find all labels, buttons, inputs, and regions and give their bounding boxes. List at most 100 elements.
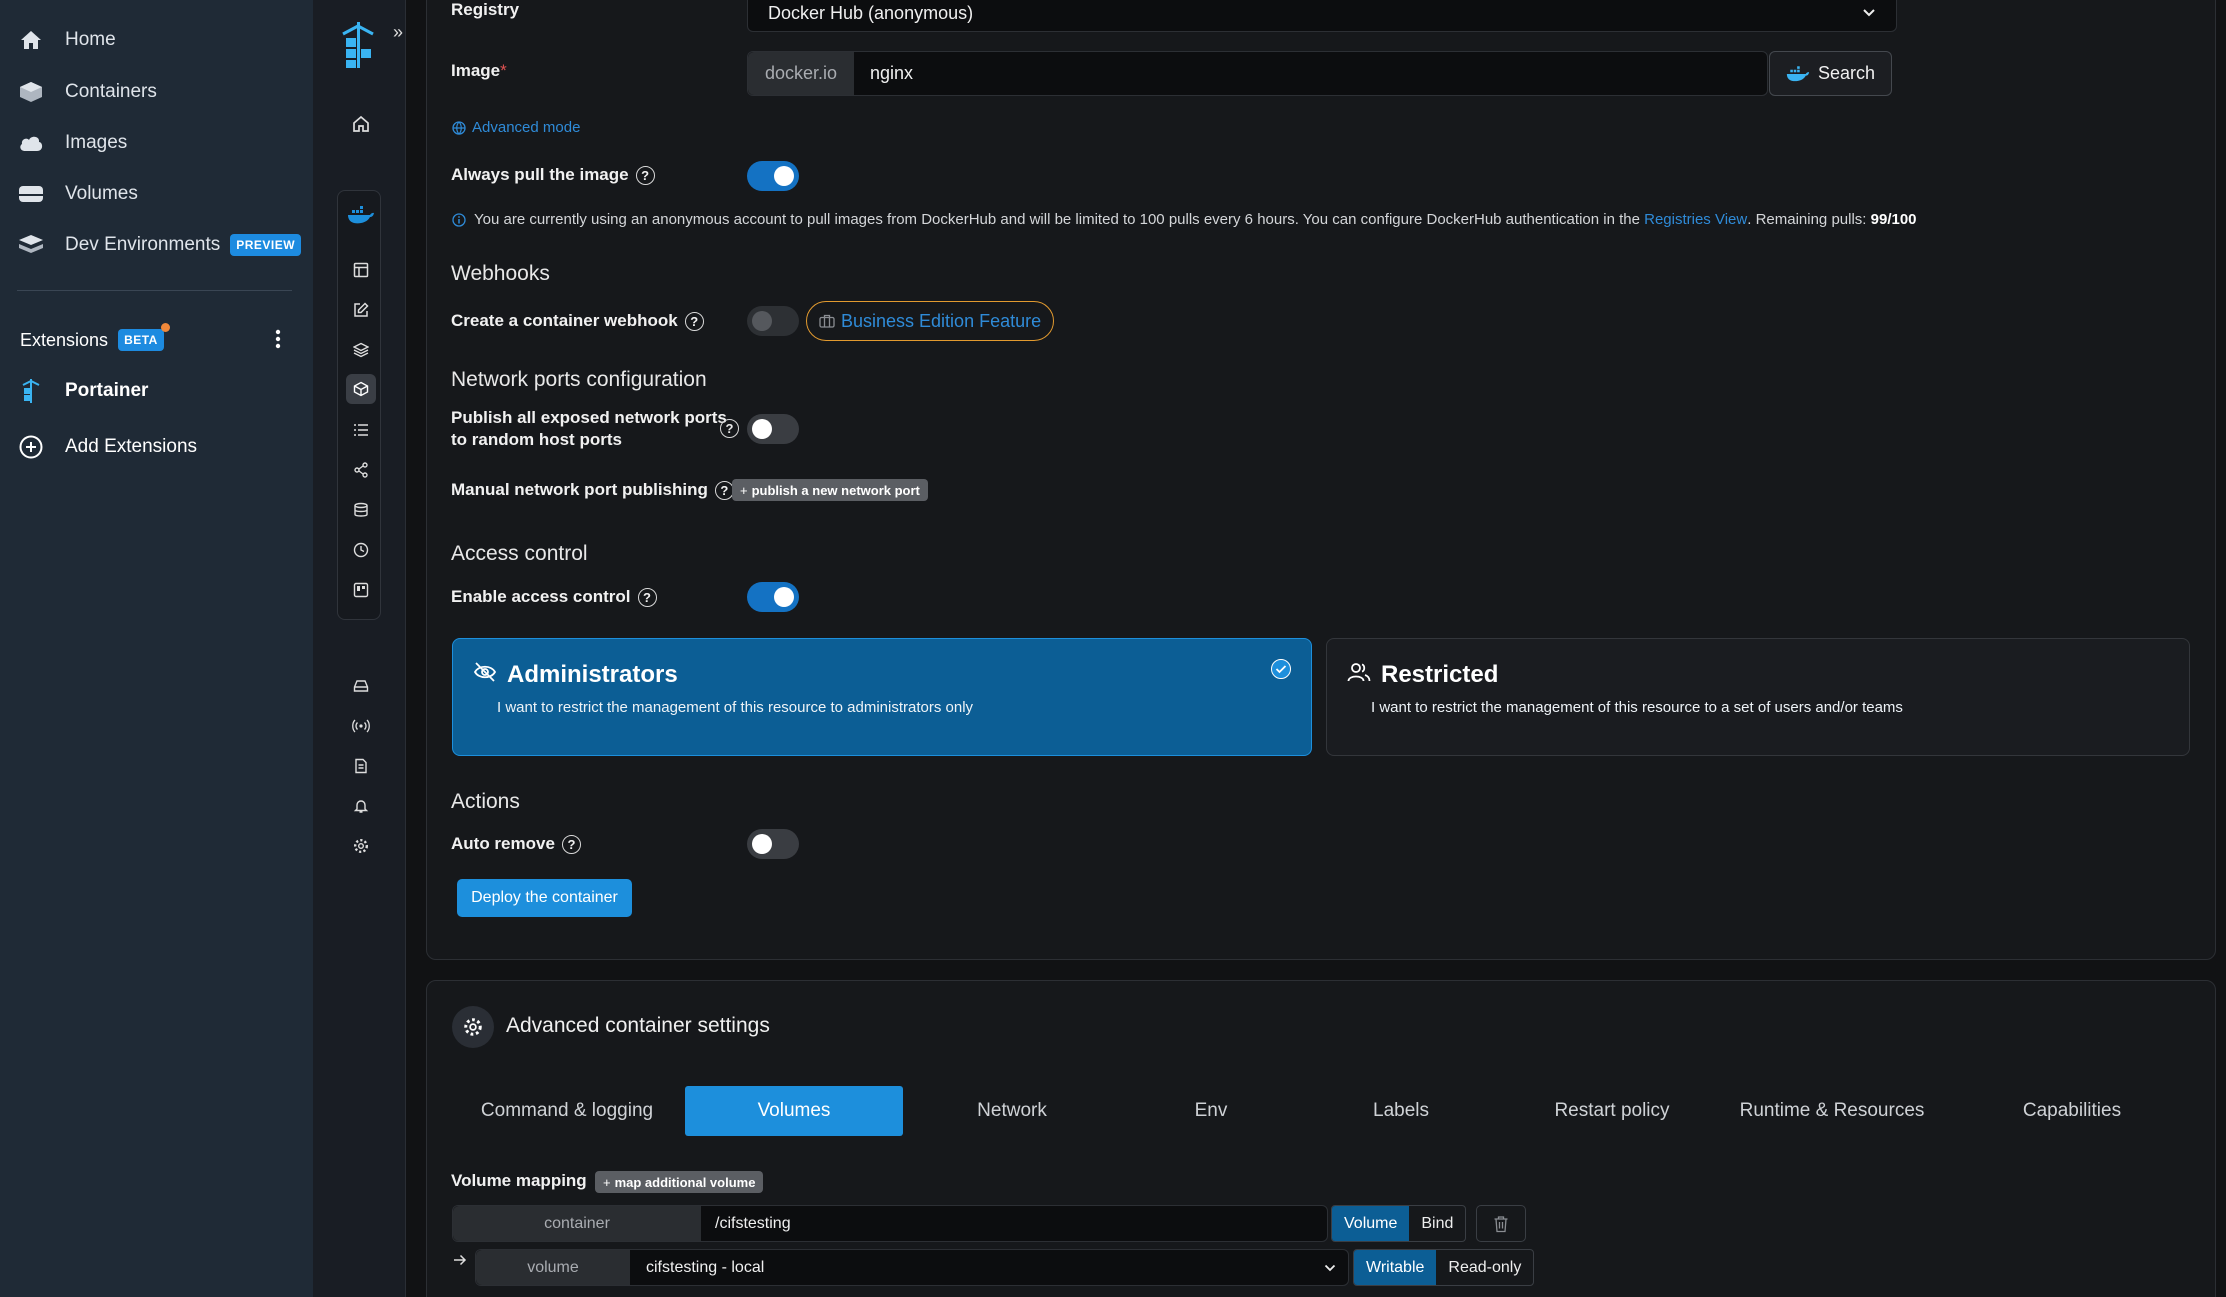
sidebar-item-home[interactable]: Home [17,20,116,60]
extensions-label: Extensions [20,329,109,350]
mode-writable[interactable]: Writable [1354,1250,1437,1285]
chevron-down-icon [1324,1264,1348,1272]
portainer-logo-icon[interactable] [341,20,375,70]
trash-icon [1493,1215,1509,1233]
publish-all-label: Publish all exposed network ports to ran… [451,408,727,449]
layers-icon[interactable] [346,335,376,365]
plus-icon: + [603,1174,611,1190]
preview-badge: PREVIEW [230,234,302,256]
briefcase-icon [819,314,835,328]
webhooks-title: Webhooks [451,262,550,285]
container-path-input[interactable]: /cifstesting [701,1215,791,1233]
search-button[interactable]: Search [1769,51,1892,96]
volume-type-bind[interactable]: Bind [1409,1206,1465,1241]
auto-remove-toggle[interactable] [747,829,799,859]
sidebar-item-portainer[interactable]: Portainer [17,371,148,411]
registry-label: Registry [451,0,520,19]
info-icon [452,212,466,227]
docker-sidebar: Home Containers Images Volumes Dev Envir… [0,0,313,1297]
delete-volume-button[interactable] [1476,1205,1526,1242]
network-icon[interactable] [346,455,376,485]
publish-new-port-button[interactable]: + publish a new network port [732,479,928,501]
add-circle-icon [17,433,45,461]
bell-icon[interactable] [346,791,376,821]
docker-whale-icon[interactable] [346,200,376,230]
expand-chevron-icon[interactable]: » [393,22,403,43]
sidebar-item-label: Containers [65,81,157,102]
sidebar-item-label: Dev Environments [65,234,221,255]
volume-addon: volume [476,1250,630,1285]
broadcast-icon[interactable] [346,711,376,741]
dev-environments-icon [17,231,45,259]
clock-icon[interactable] [346,535,376,565]
volume-type-toggle: Volume Bind [1331,1205,1467,1242]
main-content: Registry Docker Hub (anonymous) Image * d… [406,0,2226,1297]
sidebar-item-containers[interactable]: Containers [17,72,157,112]
enable-access-control-toggle[interactable] [747,582,799,612]
tab-env[interactable]: Env [1116,1086,1306,1136]
registry-value: Docker Hub (anonymous) [768,2,974,23]
list-icon[interactable] [346,415,376,445]
registries-view-link[interactable]: Registries View [1644,211,1747,228]
docker-whale-icon [1786,65,1810,83]
tab-capabilities[interactable]: Capabilities [1962,1086,2182,1136]
sidebar-item-label: Add Extensions [65,436,198,457]
edit-icon[interactable] [346,295,376,325]
settings-icon[interactable] [346,831,376,861]
administrators-option[interactable]: Administrators I want to restrict the ma… [452,638,1312,756]
help-icon[interactable]: ? [635,165,655,185]
notification-dot [160,323,170,332]
home-icon [17,26,45,54]
advanced-settings-title: Advanced container settings [506,1014,770,1037]
kebab-menu-icon[interactable] [273,328,283,350]
document-icon[interactable] [346,751,376,781]
sidebar-item-label: Home [65,29,116,50]
tab-volumes[interactable]: Volumes [685,1086,903,1136]
advanced-mode-link[interactable]: Advanced mode [452,119,580,136]
arrow-right-icon [453,1254,467,1266]
sidebar-item-volumes[interactable]: Volumes [17,174,138,214]
publish-all-toggle[interactable] [747,414,799,444]
map-additional-volume-button[interactable]: + map additional volume [595,1171,764,1193]
globe-icon [452,120,466,135]
registry-select[interactable]: Docker Hub (anonymous) [747,0,1897,32]
gear-icon [452,1006,494,1048]
help-icon[interactable]: ? [720,419,739,438]
actions-title: Actions [451,790,520,813]
access-control-title: Access control [451,542,588,565]
beta-badge: BETA [118,323,170,351]
home-icon[interactable] [346,109,376,139]
eye-off-icon [473,661,497,683]
volume-mapping-label: Volume mapping [451,1171,587,1190]
dashboard-icon[interactable] [346,255,376,285]
volume-select[interactable]: cifstesting - local [630,1259,1324,1277]
tab-labels[interactable]: Labels [1306,1086,1496,1136]
portainer-icon [17,377,45,405]
sidebar-item-add-extensions[interactable]: Add Extensions [17,427,197,467]
tab-restart-policy[interactable]: Restart policy [1502,1086,1722,1136]
restricted-option[interactable]: Restricted I want to restrict the manage… [1326,638,2190,756]
mode-read-only[interactable]: Read-only [1436,1250,1533,1285]
help-icon[interactable]: ? [637,587,657,607]
registry-prefix: docker.io [748,52,854,95]
always-pull-toggle[interactable] [747,161,799,191]
help-icon[interactable]: ? [684,311,704,331]
chevron-down-icon [1862,8,1876,18]
help-icon[interactable]: ? [561,834,581,854]
business-edition-badge[interactable]: Business Edition Feature [806,301,1055,341]
database-icon[interactable] [346,495,376,525]
tab-runtime-resources[interactable]: Runtime & Resources [1722,1086,1942,1136]
check-icon [1271,659,1291,679]
image-input[interactable]: nginx [854,63,913,84]
sidebar-item-dev-environments[interactable]: Dev Environments PREVIEW [17,225,302,265]
tab-network[interactable]: Network [917,1086,1107,1136]
volume-type-volume[interactable]: Volume [1332,1206,1410,1241]
host-icon[interactable] [346,575,376,605]
users-icon [1347,661,1371,683]
container-addon: container [453,1206,701,1241]
deploy-container-button[interactable]: Deploy the container [457,879,632,917]
containers-nav-icon[interactable] [346,374,376,404]
sidebar-item-images[interactable]: Images [17,123,127,163]
tab-command-logging[interactable]: Command & logging [467,1086,667,1136]
storage-icon[interactable] [346,671,376,701]
